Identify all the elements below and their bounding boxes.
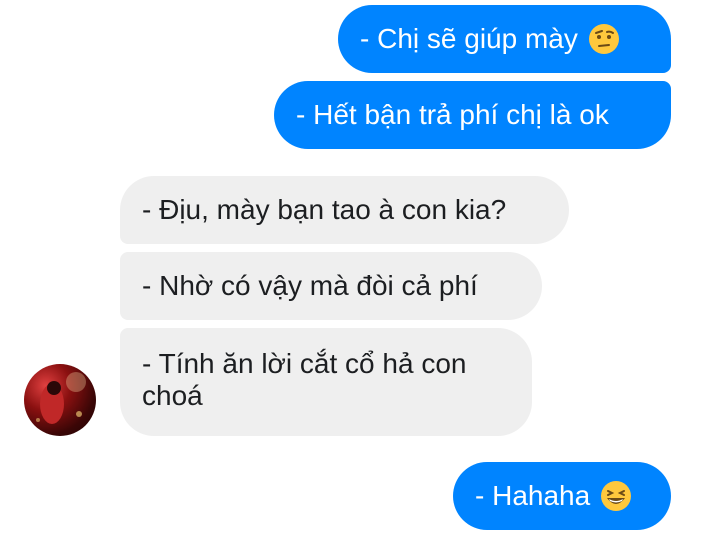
raised-eyebrow-emoji-icon <box>588 24 619 54</box>
message-text: - Địu, mày bạn tao à con kia? <box>142 194 507 225</box>
outgoing-message-bubble[interactable]: - Hahaha <box>453 462 671 530</box>
sender-avatar[interactable] <box>24 364 96 436</box>
incoming-message-bubble[interactable]: - Tính ăn lời cắt cổ hả con choá <box>120 328 532 436</box>
message-text: - Hết bận trả phí chị là ok <box>296 99 609 130</box>
avatar-photo-icon <box>36 372 86 424</box>
message-text: - Chị sẽ giúp mày <box>360 23 578 54</box>
message-text: - Tính ăn lời cắt cổ hả con choá <box>142 348 467 411</box>
grinning-squinting-emoji-icon <box>601 481 632 511</box>
message-text: - Nhờ có vậy mà đòi cả phí <box>142 270 478 301</box>
outgoing-message-bubble[interactable]: - Hết bận trả phí chị là ok <box>274 81 671 149</box>
outgoing-message-bubble[interactable]: - Chị sẽ giúp mày <box>338 5 671 73</box>
message-text: - Hahaha <box>475 480 591 511</box>
incoming-message-bubble[interactable]: - Địu, mày bạn tao à con kia? <box>120 176 569 244</box>
incoming-message-bubble[interactable]: - Nhờ có vậy mà đòi cả phí <box>120 252 542 320</box>
